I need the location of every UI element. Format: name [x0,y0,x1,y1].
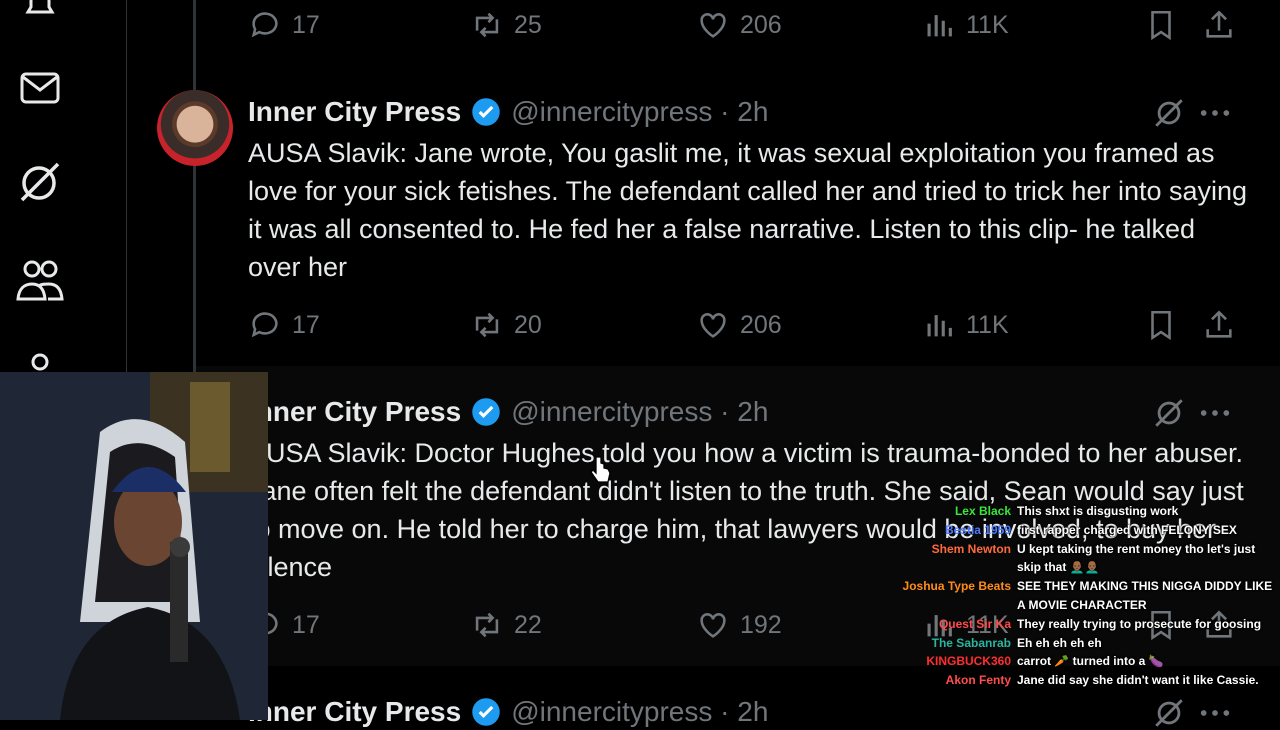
repost-button[interactable]: 25 [470,8,542,42]
share-button[interactable] [1202,308,1236,342]
reply-icon [251,12,278,38]
like-button[interactable]: 206 [696,308,782,342]
tweet-header: Inner City Press @innercitypress · 2h [248,694,768,730]
chat-text: carrot 🥕 turned into a 🍆 [1017,654,1164,669]
grok-icon[interactable] [1152,96,1186,130]
verified-badge-icon [472,398,500,426]
chat-message: KINGBUCK360 carrot 🥕 turned into a 🍆 [896,652,1280,671]
like-count: 192 [740,610,782,639]
reply-button[interactable]: 17 [248,8,320,42]
verified-badge-icon [472,698,500,726]
author-handle[interactable]: @innercitypress · 2h [511,96,768,128]
reply-count: 17 [292,610,320,639]
like-button[interactable]: 206 [696,8,782,42]
tweet-text: AUSA Slavik: Jane wrote, You gaslit me, … [248,138,1248,282]
heart-icon [700,13,726,38]
heart-icon [700,313,726,338]
author-name[interactable]: Inner City Press [248,696,461,728]
bookmark-button[interactable] [1144,308,1178,342]
chat-text: Eh eh eh eh eh [1017,635,1102,650]
views-count: 11K [966,10,1009,39]
chat-text: SEE THEY MAKING THIS NIGGA DIDDY LIKE A … [1017,579,1273,612]
chat-message: Lex Black This shxt is disgusting work [896,502,1280,521]
webcam-overlay [0,372,268,720]
share-button[interactable] [1202,8,1236,42]
repost-count: 20 [514,310,542,339]
repost-count: 25 [514,10,542,39]
reply-icon [251,312,278,338]
tweet-actions: 17 20 206 11K [248,308,1238,348]
like-button[interactable]: 192 [696,608,782,642]
repost-button[interactable]: 20 [470,308,542,342]
bookmark-icon [1151,10,1171,41]
more-icon[interactable] [1198,96,1232,130]
chat-message: Bestia 1959 first rapper charged with FE… [896,521,1280,540]
chat-username: The Sabanrab [931,635,1011,650]
tweet-header: Inner City Press @innercitypress · 2h [248,94,768,130]
grok-icon[interactable] [1152,396,1186,430]
repost-button[interactable]: 22 [470,608,542,642]
grok-icon[interactable] [14,156,66,208]
bookmark-button[interactable] [1144,8,1178,42]
grok-icon[interactable] [1152,696,1186,730]
chat-text: U kept taking the rent money tho let's j… [1017,541,1256,575]
author-handle[interactable]: @innercitypress · 2h [511,396,768,428]
like-count: 206 [740,310,782,339]
chat-text: This shxt is disgusting work [1017,504,1179,518]
chat-text: first rapper charged with FELONY SEX [1017,522,1237,537]
stream-chat-overlay: Lex Black This shxt is disgusting work B… [896,502,1280,690]
reply-count: 17 [292,10,320,39]
share-icon [1206,310,1232,338]
chat-message: Quest Sir Ka They really trying to prose… [896,615,1280,634]
heart-icon [700,613,726,638]
more-icon[interactable] [1198,696,1232,730]
chat-username: Bestia 1959 [944,522,1011,537]
chat-message: The Sabanrab Eh eh eh eh eh [896,634,1280,653]
reply-button[interactable]: 17 [248,308,320,342]
chat-message: Shem Newton U kept taking the rent money… [896,540,1280,578]
chat-text: Jane did say she didn't want it like Cas… [1017,673,1259,688]
chat-username: Joshua Type Beats [902,579,1011,594]
chat-username: Akon Fenty [945,673,1011,688]
views-button[interactable]: 11K [922,308,1009,342]
tweet-actions: 17 25 206 11K [248,8,1238,48]
more-icon[interactable] [1198,396,1232,430]
author-name[interactable]: Inner City Press [248,96,461,128]
tweet-header: Inner City Press @innercitypress · 2h [248,394,768,430]
views-icon [927,315,952,337]
streamer-video-frame [0,372,268,720]
bell-icon[interactable] [14,0,66,30]
hand-cursor-icon [590,456,611,483]
reply-count: 17 [292,310,320,339]
repost-icon [475,612,499,638]
views-count: 11K [966,310,1009,339]
repost-icon [475,12,499,38]
chat-username: KINGBUCK360 [926,654,1011,669]
views-button[interactable]: 11K [922,8,1009,42]
bookmark-icon [1151,310,1171,341]
share-icon [1206,10,1232,38]
tweet[interactable]: Inner City Press @innercitypress · 2h [130,690,1280,730]
messages-icon[interactable] [14,62,66,114]
chat-message: Joshua Type Beats SEE THEY MAKING THIS N… [896,577,1280,615]
chat-message: Akon Fenty Jane did say she didn't want … [896,671,1280,690]
communities-icon[interactable] [14,254,66,306]
chat-username: Shem Newton [931,541,1011,556]
repost-icon [475,312,499,338]
views-icon [927,15,952,37]
author-name[interactable]: Inner City Press [248,396,461,428]
chat-username: Quest Sir Ka [938,616,1011,631]
like-count: 206 [740,10,782,39]
verified-badge-icon [472,98,500,126]
chat-text: They really trying to prosecute for goos… [1017,616,1262,631]
author-handle[interactable]: @innercitypress · 2h [511,696,768,728]
chat-username: Lex Black [954,504,1011,518]
repost-count: 22 [514,610,542,639]
avatar[interactable] [157,90,233,166]
